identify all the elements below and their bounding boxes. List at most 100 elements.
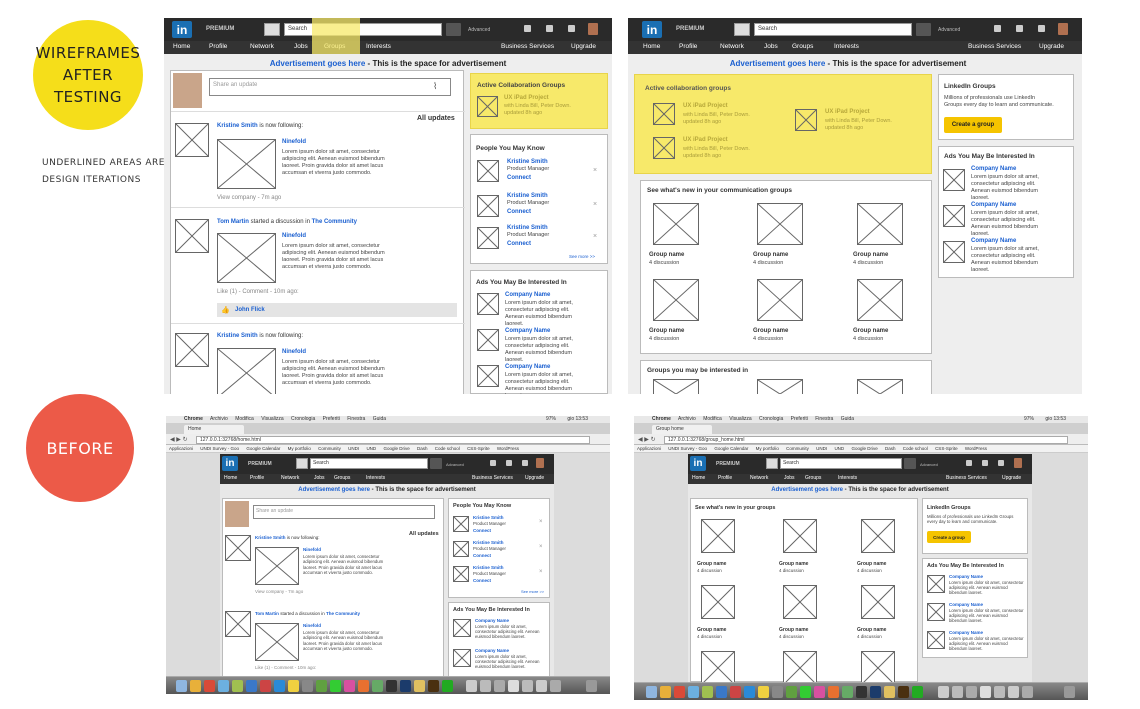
dock-app-icon[interactable] (856, 686, 867, 698)
share-update-input[interactable]: Share an update (209, 78, 451, 96)
nav-home[interactable]: Home (692, 475, 705, 481)
dock-folder-icon[interactable] (480, 680, 491, 692)
menu-modifica[interactable]: Modifica (703, 416, 722, 422)
bookmark-item[interactable]: My portfolio (288, 446, 311, 451)
nav-jobs[interactable]: Jobs (784, 475, 795, 481)
dock-folder-icon[interactable] (966, 686, 977, 698)
create-group-button[interactable]: Create a group (944, 117, 1002, 133)
group-name[interactable]: Group name (853, 328, 888, 334)
menu-chrome[interactable]: Chrome (652, 416, 671, 422)
dock-app-icon[interactable] (316, 680, 327, 692)
dock-folder-icon[interactable] (494, 680, 505, 692)
menu-guida[interactable]: Guida (373, 416, 386, 422)
advanced-link[interactable]: Advanced (446, 462, 464, 467)
search-input[interactable]: Search (754, 23, 912, 36)
photoshop-icon[interactable] (870, 686, 881, 698)
menu-modifica[interactable]: Modifica (235, 416, 254, 422)
nav-network[interactable]: Network (750, 475, 768, 481)
create-group-button[interactable]: Create a group (927, 531, 971, 543)
connect-button[interactable]: Connect (473, 553, 491, 558)
menu-archivio[interactable]: Archivio (210, 416, 228, 422)
feed-group-link[interactable]: The Community (312, 219, 357, 225)
advanced-link[interactable]: Advanced (938, 27, 960, 33)
dock-folder-icon[interactable] (522, 680, 533, 692)
paperclip-icon[interactable]: ⌇ (433, 81, 437, 92)
nav-network[interactable]: Network (281, 475, 299, 481)
linkedin-logo-icon[interactable]: in (690, 456, 706, 471)
feed-title-link[interactable]: Ninefold (303, 623, 321, 628)
bookmark-item[interactable]: UND (834, 446, 844, 451)
ad-company-link[interactable]: Company Name (949, 574, 983, 579)
bookmark-item[interactable]: Applicazioni (169, 446, 193, 451)
ad-company-link[interactable]: Company Name (505, 328, 550, 334)
feed-user-link[interactable]: Tom Martin (255, 611, 279, 616)
group-name[interactable]: Group name (753, 252, 788, 258)
dock-app-icon[interactable] (302, 680, 313, 692)
dock-app-icon[interactable] (814, 686, 825, 698)
feed-title-link[interactable]: Ninefold (303, 547, 321, 552)
feed-user-link[interactable]: Kristine Smith (217, 333, 258, 339)
group-name[interactable]: Group name (649, 328, 684, 334)
dock-app-icon[interactable] (218, 680, 229, 692)
nav-jobs[interactable]: Jobs (764, 43, 778, 50)
bookmark-item[interactable]: Community (786, 446, 809, 451)
dock-folder-icon[interactable] (550, 680, 561, 692)
nav-network[interactable]: Network (720, 43, 744, 50)
nav-jobs[interactable]: Jobs (294, 43, 308, 50)
flag-icon[interactable] (546, 25, 553, 32)
menu-preferiti[interactable]: Preferiti (791, 416, 808, 422)
nav-profile[interactable]: Profile (250, 475, 264, 481)
illustrator-icon[interactable] (428, 680, 439, 692)
dock-folder-icon[interactable] (980, 686, 991, 698)
group-name[interactable]: Group name (753, 328, 788, 334)
nav-groups[interactable]: Groups (805, 475, 821, 481)
liker-link[interactable]: John Flick (235, 307, 265, 313)
menu-cronologia[interactable]: Cronologia (291, 416, 315, 422)
menu-preferiti[interactable]: Preferiti (323, 416, 340, 422)
search-icon[interactable] (430, 458, 442, 469)
nav-interests[interactable]: Interests (366, 43, 391, 50)
nav-home[interactable]: Home (224, 475, 237, 481)
search-input[interactable]: Search (284, 23, 442, 36)
dock-app-icon[interactable] (702, 686, 713, 698)
nav-groups[interactable]: Groups (334, 475, 350, 481)
linkedin-logo-icon[interactable]: in (172, 21, 192, 38)
group-name[interactable]: Group name (649, 252, 684, 258)
illustrator-icon[interactable] (898, 686, 909, 698)
active-group-link[interactable]: UX iPad Project (504, 95, 549, 101)
flag-icon[interactable] (982, 460, 988, 466)
ad-link[interactable]: Advertisement goes here (270, 59, 366, 68)
bookmark-item[interactable]: WordPress (497, 446, 519, 451)
trash-icon[interactable] (1064, 686, 1075, 698)
person-name-link[interactable]: Kristine Smith (473, 565, 504, 570)
dock-folder-icon[interactable] (938, 686, 949, 698)
group-name[interactable]: Group name (853, 252, 888, 258)
dock-app-icon[interactable] (800, 686, 811, 698)
dock-app-icon[interactable] (688, 686, 699, 698)
dock-app-icon[interactable] (232, 680, 243, 692)
avatar[interactable] (536, 458, 544, 468)
bookmark-item[interactable]: Google Drive (383, 446, 409, 451)
excel-icon[interactable] (912, 686, 923, 698)
ad-link[interactable]: Advertisement goes here (730, 59, 826, 68)
dock-app-icon[interactable] (358, 680, 369, 692)
menu-finestra[interactable]: Finestra (815, 416, 833, 422)
nav-profile[interactable]: Profile (209, 43, 227, 50)
bookmark-item[interactable]: WordPress (965, 446, 987, 451)
dock-app-icon[interactable] (828, 686, 839, 698)
ad-company-link[interactable]: Company Name (475, 618, 509, 623)
share-update-input[interactable]: Share an update (253, 505, 435, 519)
nav-upgrade[interactable]: Upgrade (571, 43, 596, 50)
dock-folder-icon[interactable] (536, 680, 547, 692)
bookmark-item[interactable]: UNDI Survey - Goo (668, 446, 707, 451)
dismiss-icon[interactable]: × (593, 167, 597, 174)
bookmark-item[interactable]: Dash (885, 446, 896, 451)
trash-icon[interactable] (586, 680, 597, 692)
person-name-link[interactable]: Kristine Smith (473, 540, 504, 545)
dismiss-icon[interactable]: × (539, 544, 543, 550)
nav-profile[interactable]: Profile (679, 43, 697, 50)
bookmark-item[interactable]: UNDI Survey - Goo (200, 446, 239, 451)
dock-folder-icon[interactable] (952, 686, 963, 698)
active-group-link[interactable]: UX iPad Project (683, 103, 728, 109)
bookmark-item[interactable]: Code school (435, 446, 460, 451)
